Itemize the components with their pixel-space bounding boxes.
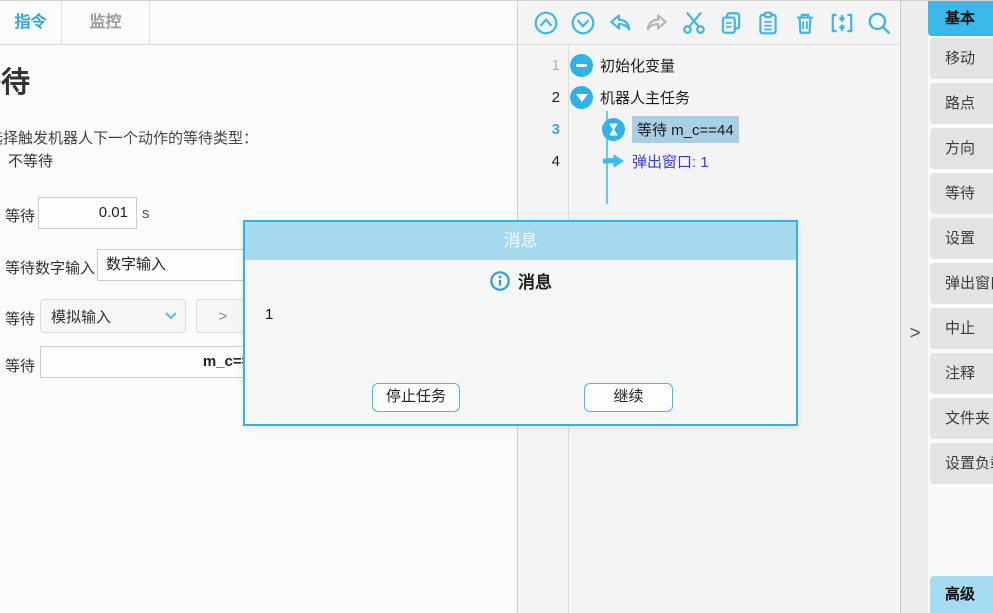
info-icon — [489, 270, 511, 292]
dialog-titlebar: 消息 — [245, 222, 796, 260]
sidebar-item-comment[interactable]: 注释 — [930, 353, 993, 394]
sidebar-item-popup[interactable]: 弹出窗口 — [930, 263, 993, 304]
tree-row-label: 初始化变量 — [600, 55, 675, 76]
command-sidebar: 基本 移动 路点 方向 等待 设置 弹出窗口 中止 注释 文件夹 设置负载 高级 — [928, 1, 993, 613]
continue-button[interactable]: 继续 — [584, 383, 673, 412]
undo-icon[interactable] — [607, 10, 633, 36]
search-icon[interactable] — [866, 10, 892, 36]
chevron-down-icon — [165, 312, 177, 320]
sidebar-tab-advanced[interactable]: 高级 — [930, 576, 993, 613]
app-window: 指令 监控 等待 选择触发机器人下一个动作的等待类型： 不等待 等待 0.01 … — [0, 0, 993, 613]
message-dialog: 消息 消息 1 停止任务 继续 — [243, 220, 798, 426]
line-number: 4 — [527, 153, 570, 170]
gutter-header-segment — [518, 1, 527, 45]
stop-task-button[interactable]: 停止任务 — [372, 383, 460, 412]
tree-row-label: 机器人主任务 — [600, 87, 690, 108]
sidebar-item-waypoint[interactable]: 路点 — [930, 83, 993, 124]
collapse-icon[interactable] — [829, 10, 855, 36]
tab-command[interactable]: 指令 — [0, 1, 62, 45]
move-up-icon[interactable] — [533, 10, 559, 36]
sidebar-tab-basic[interactable]: 基本 — [928, 1, 993, 36]
cut-icon[interactable] — [681, 10, 707, 36]
analog-input-select-value: 模拟输入 — [51, 306, 111, 327]
wait-type-description: 选择触发机器人下一个动作的等待类型： — [0, 127, 258, 148]
left-tabbar: 指令 监控 — [0, 1, 517, 45]
tree-toolbar — [527, 1, 900, 45]
copy-icon[interactable] — [718, 10, 744, 36]
tree-row-init-vars[interactable]: 1 初始化变量 — [527, 49, 900, 81]
move-down-icon[interactable] — [570, 10, 596, 36]
wait-time-unit: s — [142, 205, 150, 222]
analog-operator-value: > — [219, 308, 228, 325]
option-wait-digital-label[interactable]: 等待数字输入 — [5, 257, 95, 278]
option-wait-analog-label[interactable]: 等待 — [5, 308, 35, 329]
sidebar-item-folder[interactable]: 文件夹 — [930, 398, 993, 439]
tree-row-wait[interactable]: 3 等待 m_c==44 — [527, 113, 900, 145]
analog-operator-select[interactable]: > — [196, 299, 250, 333]
paste-icon[interactable] — [755, 10, 781, 36]
wait-time-input[interactable]: 0.01 — [38, 197, 137, 229]
sidebar-item-direction[interactable]: 方向 — [930, 128, 993, 169]
triangle-down-circle-icon — [570, 86, 593, 109]
tab-monitor[interactable]: 监控 — [62, 1, 150, 45]
option-wait-time-label[interactable]: 等待 — [5, 205, 35, 226]
option-wait-expr-label[interactable]: 等待 — [5, 355, 35, 376]
analog-input-select[interactable]: 模拟输入 — [40, 299, 186, 333]
tree-row-popup[interactable]: 4 弹出窗口: 1 — [527, 145, 900, 177]
sidebar-item-set[interactable]: 设置 — [930, 218, 993, 259]
arrow-right-icon — [602, 153, 625, 169]
line-number: 2 — [527, 89, 570, 106]
sidebar-collapse-strip: > — [901, 1, 928, 613]
option-no-wait[interactable]: 不等待 — [8, 150, 53, 171]
sidebar-item-wait[interactable]: 等待 — [930, 173, 993, 214]
tree-row-label-selected: 等待 m_c==44 — [632, 116, 739, 143]
hourglass-circle-icon — [602, 118, 625, 141]
minus-circle-icon — [570, 54, 593, 77]
dialog-heading: 消息 — [518, 268, 552, 293]
sidebar-expand-button[interactable]: > — [905, 319, 925, 349]
redo-icon[interactable] — [644, 10, 670, 36]
line-number: 1 — [527, 57, 570, 74]
tree-row-main-task[interactable]: 2 机器人主任务 — [527, 81, 900, 113]
page-title: 等待 — [0, 59, 30, 101]
tree-row-label: 弹出窗口: 1 — [632, 151, 709, 172]
dialog-heading-row: 消息 — [245, 268, 796, 293]
delete-icon[interactable] — [792, 10, 818, 36]
line-number: 3 — [527, 121, 570, 138]
dialog-message: 1 — [265, 306, 273, 323]
sidebar-item-halt[interactable]: 中止 — [930, 308, 993, 349]
sidebar-item-move[interactable]: 移动 — [930, 38, 993, 79]
sidebar-item-payload[interactable]: 设置负载 — [930, 443, 993, 484]
